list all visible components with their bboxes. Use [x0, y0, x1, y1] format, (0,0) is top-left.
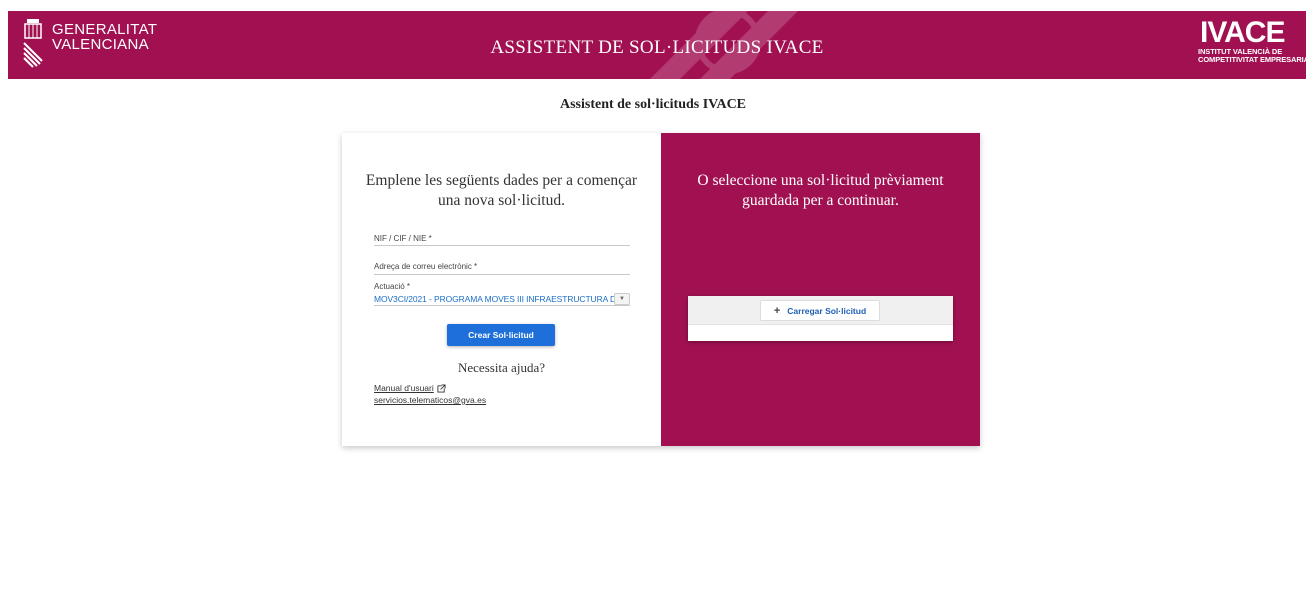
saved-request-heading: O seleccione una sol·licitud prèviament …: [697, 172, 944, 209]
load-request-button[interactable]: + Carregar Sol·licitud: [760, 300, 880, 321]
page-subtitle: Assistent de sol·licituds IVACE: [559, 97, 747, 112]
ivace-logo[interactable]: IVACE INSTITUT VALENCIÀ DE COMPETITIVITA…: [1198, 14, 1306, 64]
plus-icon: +: [773, 304, 781, 317]
email-field[interactable]: Adreça de correu electrònic *: [374, 262, 630, 275]
create-request-button[interactable]: Crear Sol·licitud: [447, 324, 555, 346]
email-label: Adreça de correu electrònic *: [374, 262, 478, 271]
nif-field[interactable]: NIF / CIF / NIE *: [374, 234, 630, 246]
request-card: Emplene les següents dades per a comença…: [342, 133, 980, 446]
ivace-logo-text: IVACE: [1200, 16, 1284, 46]
ivace-sub-line2: COMPETITIVITAT EMPRESARIAL: [1198, 55, 1306, 64]
saved-request-panel: O seleccione una sol·licitud prèviament …: [661, 133, 980, 446]
ivace-subtitle: INSTITUT VALENCIÀ DE COMPETITIVITAT EMPR…: [1198, 48, 1306, 64]
load-request-label: Carregar Sol·licitud: [787, 305, 867, 316]
new-request-heading: Emplene les següents dades per a comença…: [365, 172, 638, 209]
nif-label: NIF / CIF / NIE *: [374, 234, 432, 243]
actuacio-label: Actuació *: [374, 282, 411, 291]
load-request-box: + Carregar Sol·licitud: [688, 296, 953, 341]
actuacio-select[interactable]: MOV3CI/2021 - PROGRAMA MOVES III INFRAES…: [374, 292, 630, 306]
user-manual-link-label: Manual d'usuari: [374, 383, 434, 393]
app-header: GENERALITAT VALENCIANA ASSISTENT DE SOL·…: [8, 11, 1306, 79]
support-email-link[interactable]: servicios.telematicos@gva.es: [374, 394, 486, 406]
app-title: ASSISTENT DE SOL·LICITUDS IVACE: [490, 37, 824, 58]
ivace-logo-mark: IVACE: [1200, 16, 1285, 46]
help-links: Manual d'usuari servicios.telematicos@gv…: [374, 382, 486, 406]
user-manual-link[interactable]: Manual d'usuari: [374, 382, 446, 394]
chevron-down-icon[interactable]: ▼: [614, 292, 630, 305]
help-title: Necessita ajuda?: [458, 360, 545, 375]
load-request-toolbar: + Carregar Sol·licitud: [688, 296, 953, 325]
external-link-icon: [437, 383, 446, 393]
actuacio-selected-value: MOV3CI/2021 - PROGRAMA MOVES III INFRAES…: [374, 293, 614, 304]
gv-logo-line1: GENERALITAT: [52, 21, 158, 38]
new-request-panel: Emplene les següents dades per a comença…: [342, 133, 661, 446]
